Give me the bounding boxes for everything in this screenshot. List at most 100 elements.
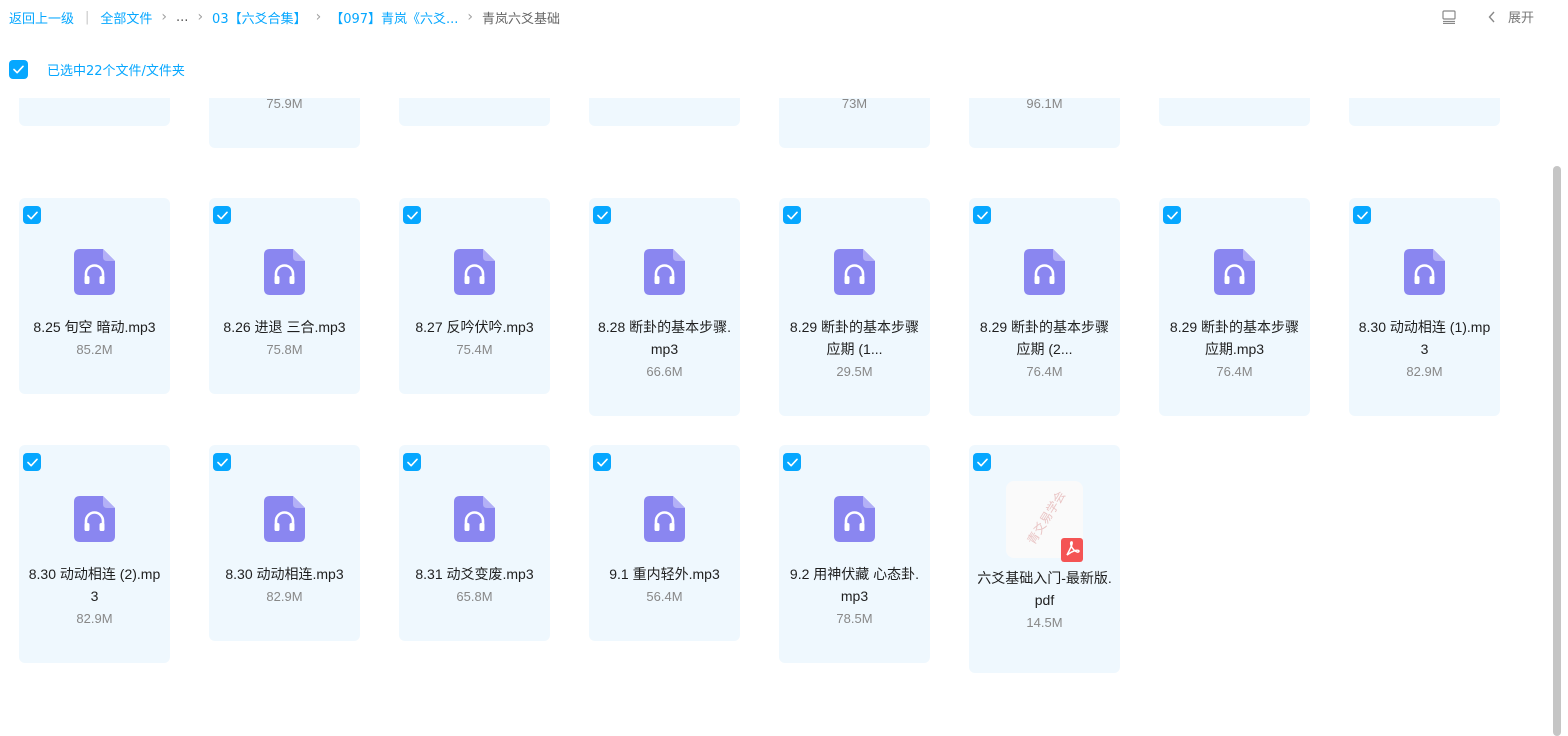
file-size: 78.5M: [836, 611, 873, 626]
check-icon: [976, 458, 988, 466]
file-size: 14.5M: [1026, 615, 1063, 630]
headphones-icon: [644, 249, 685, 295]
file-name: 8.28 断卦的基本步骤.mp3: [597, 319, 732, 357]
file-checkbox[interactable]: [783, 206, 801, 224]
headphones-icon: [834, 249, 875, 295]
check-icon: [596, 458, 608, 466]
select-all-checkbox[interactable]: [9, 59, 28, 79]
file-checkbox[interactable]: [403, 453, 421, 471]
file-card-audio[interactable]: 9.1 重内轻外.mp3 56.4M: [589, 445, 740, 641]
breadcrumb-item-collection[interactable]: 03【六爻合集】: [212, 8, 307, 27]
check-icon: [1166, 211, 1178, 219]
check-icon: [216, 211, 228, 219]
file-name: 8.30 动动相连.mp3: [225, 566, 344, 582]
header-actions: 展开: [1442, 7, 1534, 26]
file-checkbox[interactable]: [403, 206, 421, 224]
file-name: 8.29 断卦的基本步骤 应期.mp3: [1169, 319, 1300, 357]
file-name: 8.30 动动相连 (1).mp3: [1358, 319, 1491, 357]
file-card-audio[interactable]: 9.2 用神伏藏 心态卦.mp3 78.5M: [779, 445, 930, 663]
file-checkbox[interactable]: [593, 206, 611, 224]
file-checkbox[interactable]: [23, 206, 41, 224]
file-size: 56.4M: [646, 589, 683, 604]
file-checkbox[interactable]: [23, 453, 41, 471]
file-name: 8.31 动爻变废.mp3: [415, 566, 534, 582]
check-icon: [1356, 211, 1368, 219]
file-card-audio[interactable]: 8.27 反吟伏吟.mp3 75.4M: [399, 198, 550, 394]
file-checkbox[interactable]: [213, 453, 231, 471]
headphones-icon: [454, 496, 495, 542]
breadcrumb-item-ellipsis[interactable]: ...: [176, 10, 188, 25]
file-size: 65.8M: [456, 589, 493, 604]
file-checkbox[interactable]: [973, 453, 991, 471]
file-card-audio[interactable]: 8.17 五行生克.mp364.3M: [19, 98, 170, 126]
file-card-audio[interactable]: 8.30 动动相连 (2).mp3 82.9M: [19, 445, 170, 663]
expand-label: 展开: [1507, 11, 1534, 26]
selection-bar: 已选中22个文件/文件夹: [9, 59, 185, 79]
file-card-audio[interactable]: 8.29 断卦的基本步骤 应期 (2... 76.4M: [969, 198, 1120, 416]
file-checkbox[interactable]: [1163, 206, 1181, 224]
file-size: 29.5M: [836, 364, 873, 379]
file-card-audio[interactable]: 8.25 旬空 暗动.mp3 85.2M: [19, 198, 170, 394]
chevron-right-icon: ›: [467, 9, 474, 25]
check-icon: [26, 211, 38, 219]
file-card-audio[interactable]: 8.19 天干地支.mp373.3M: [399, 98, 550, 126]
back-link[interactable]: 返回上一级: [9, 8, 74, 27]
selection-count: 已选中22个文件/文件夹: [47, 63, 185, 79]
headphones-icon: [74, 496, 115, 542]
file-name: 8.25 旬空 暗动.mp3: [33, 319, 156, 335]
chevron-left-icon: [1488, 11, 1495, 22]
file-card-audio[interactable]: 8.23 月建.mp358.9M: [1159, 98, 1310, 126]
file-card-audio[interactable]: 8.29 断卦的基本步骤 应期 (1... 29.5M: [779, 198, 930, 416]
file-checkbox[interactable]: [973, 206, 991, 224]
scrollbar[interactable]: [1553, 166, 1561, 736]
chevron-right-icon: ›: [315, 9, 322, 25]
file-card-audio[interactable]: 8.31 动爻变废.mp3 65.8M: [399, 445, 550, 641]
headphones-icon: [1214, 249, 1255, 295]
file-name: 9.2 用神伏藏 心态卦.mp3: [789, 566, 920, 604]
check-icon: [786, 458, 798, 466]
headphones-icon: [1024, 249, 1065, 295]
file-card-audio[interactable]: 8.18 八卦六十四卦.mp375.9M: [209, 98, 360, 148]
check-icon: [976, 211, 988, 219]
check-icon: [26, 458, 38, 466]
file-name: 8.27 反吟伏吟.mp3: [415, 319, 534, 335]
breadcrumb: 返回上一级 | 全部文件 › ... › 03【六爻合集】 › 【097】青岚《…: [9, 7, 560, 27]
file-card-audio[interactable]: 8.22 用神元神 飞伏神.mp396.1M: [969, 98, 1120, 148]
file-size: 73M: [841, 98, 868, 111]
headphones-icon: [264, 496, 305, 542]
check-icon: [786, 211, 798, 219]
headphones-icon: [834, 496, 875, 542]
file-card-audio[interactable]: 8.20 节气 起卦.mp391M: [589, 98, 740, 126]
panel-toggle-icon[interactable]: [1442, 9, 1456, 24]
file-checkbox[interactable]: [1353, 206, 1371, 224]
chevron-right-icon: ›: [197, 9, 204, 25]
file-size: 75.8M: [266, 342, 303, 357]
file-name: 8.29 断卦的基本步骤 应期 (2...: [979, 319, 1110, 357]
file-checkbox[interactable]: [783, 453, 801, 471]
file-card-audio[interactable]: 8.26 进退 三合.mp3 75.8M: [209, 198, 360, 394]
file-name: 六爻基础入门-最新版.pdf: [977, 570, 1112, 608]
headphones-icon: [1404, 249, 1445, 295]
file-card-audio[interactable]: 8.30 动动相连.mp3 82.9M: [209, 445, 360, 641]
expand-button[interactable]: 展开: [1488, 7, 1534, 26]
file-size: 82.9M: [1406, 364, 1443, 379]
breadcrumb-item-series[interactable]: 【097】青岚《六爻...: [330, 8, 458, 27]
header-bar: 返回上一级 | 全部文件 › ... › 03【六爻合集】 › 【097】青岚《…: [0, 0, 1568, 34]
file-card-audio[interactable]: 8.24 日辰.mp372.2M: [1349, 98, 1500, 126]
file-checkbox[interactable]: [213, 206, 231, 224]
headphones-icon: [264, 249, 305, 295]
file-name: 8.29 断卦的基本步骤 应期 (1...: [789, 319, 920, 357]
file-size: 96.1M: [1026, 98, 1063, 111]
file-size: 85.2M: [76, 342, 113, 357]
breadcrumb-item-all-files[interactable]: 全部文件: [100, 8, 152, 27]
file-card-audio[interactable]: 8.30 动动相连 (1).mp3 82.9M: [1349, 198, 1500, 416]
file-checkbox[interactable]: [593, 453, 611, 471]
file-card-pdf[interactable]: 青爻易学会六爻基础入门-最新版.pdf 14.5M: [969, 445, 1120, 673]
check-icon: [216, 458, 228, 466]
file-card-audio[interactable]: 8.21 纳甲 动变静.mp373M: [779, 98, 930, 148]
headphones-icon: [74, 249, 115, 295]
file-card-audio[interactable]: 8.29 断卦的基本步骤 应期.mp3 76.4M: [1159, 198, 1310, 416]
file-size: 82.9M: [76, 611, 113, 626]
file-card-audio[interactable]: 8.28 断卦的基本步骤.mp3 66.6M: [589, 198, 740, 416]
pdf-thumbnail: 青爻易学会: [1006, 481, 1083, 562]
